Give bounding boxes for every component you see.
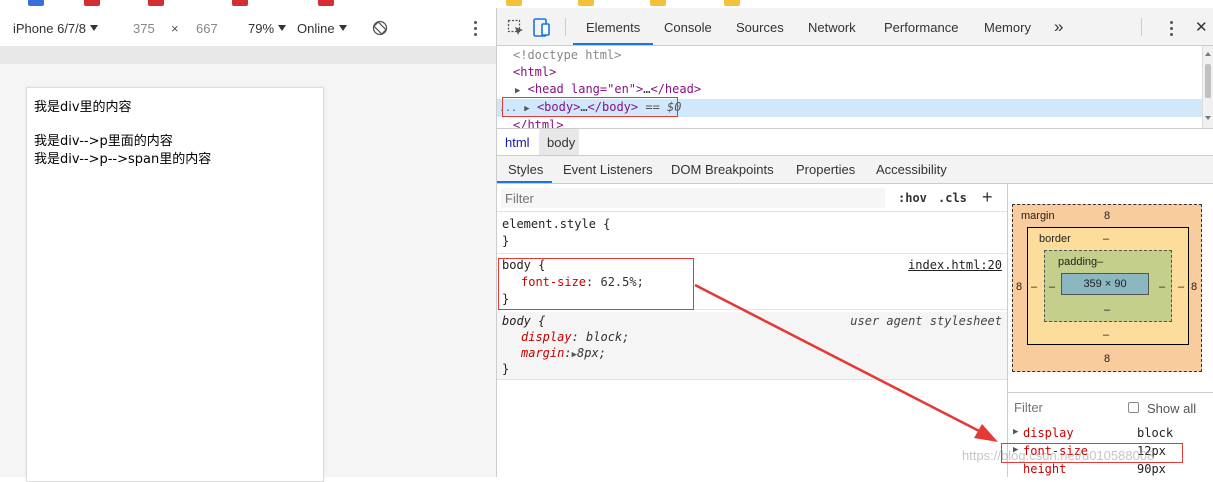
annotation-arrow [694, 283, 998, 442]
watermark-text: https://blog.csdn.net/u010588008 [962, 448, 1155, 463]
